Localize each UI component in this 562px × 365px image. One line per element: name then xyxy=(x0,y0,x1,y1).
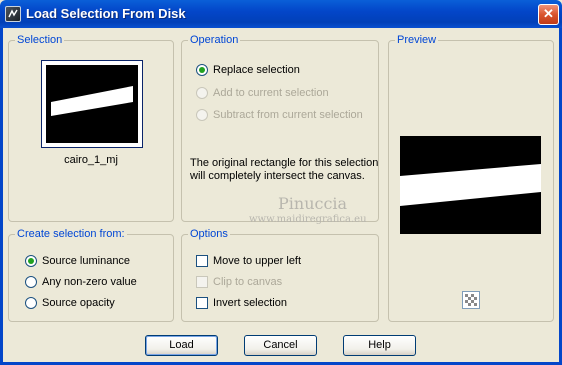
help-button[interactable]: Help xyxy=(343,335,416,356)
preview-group-label: Preview xyxy=(395,34,439,47)
selection-group-label: Selection xyxy=(15,34,65,47)
window-border-left xyxy=(0,28,3,365)
radio-label: Source luminance xyxy=(42,255,131,267)
operation-message: The original rectangle for this selectio… xyxy=(190,157,378,183)
radio-any-non-zero-value[interactable]: Any non-zero value xyxy=(25,276,137,288)
selection-thumbnail-image xyxy=(45,64,139,144)
checkbox[interactable] xyxy=(196,255,208,267)
preview-group: Preview xyxy=(388,34,554,322)
radio-source-opacity[interactable]: Source opacity xyxy=(25,297,115,309)
create-selection-group-label: Create selection from: xyxy=(15,228,127,241)
checkbox-label: Invert selection xyxy=(213,297,287,309)
radio-button[interactable] xyxy=(25,297,37,309)
selection-thumbnail[interactable] xyxy=(41,60,143,148)
cancel-button[interactable]: Cancel xyxy=(244,335,317,356)
options-group: Options Move to upper left Clip to canva… xyxy=(181,228,379,322)
operation-group-label: Operation xyxy=(188,34,241,47)
operation-message-line-2: will completely intersect the canvas. xyxy=(190,170,365,182)
radio-label: Source opacity xyxy=(42,297,115,309)
radio-button[interactable] xyxy=(25,255,37,267)
radio-label: Any non-zero value xyxy=(42,276,137,288)
operation-group: Operation Replace selection Add to curre… xyxy=(181,34,379,222)
selection-thumbnail-name: cairo_1_mj xyxy=(64,154,118,166)
title-bar[interactable]: Load Selection From Disk ✕ xyxy=(0,0,562,28)
checkbox-move-to-upper-left[interactable]: Move to upper left xyxy=(196,255,301,267)
checkerboard-icon xyxy=(465,294,477,306)
checkbox xyxy=(196,276,208,288)
checkbox-invert-selection[interactable]: Invert selection xyxy=(196,297,287,309)
preview-image xyxy=(400,136,541,234)
checkbox-clip-to-canvas: Clip to canvas xyxy=(196,276,282,288)
radio-replace-selection[interactable]: Replace selection xyxy=(196,64,300,76)
radio-add-to-selection: Add to current selection xyxy=(196,87,329,99)
radio-label: Replace selection xyxy=(213,64,300,76)
window-title: Load Selection From Disk xyxy=(26,6,186,21)
create-selection-group: Create selection from: Source luminance … xyxy=(8,228,174,322)
operation-message-line-1: The original rectangle for this selectio… xyxy=(190,157,379,169)
radio-source-luminance[interactable]: Source luminance xyxy=(25,255,130,267)
load-button[interactable]: Load xyxy=(145,335,218,356)
options-group-label: Options xyxy=(188,228,230,241)
radio-button[interactable] xyxy=(25,276,37,288)
app-icon xyxy=(5,6,21,22)
radio-label: Add to current selection xyxy=(213,87,329,99)
radio-label: Subtract from current selection xyxy=(213,109,363,121)
close-icon: ✕ xyxy=(543,6,554,21)
checkbox[interactable] xyxy=(196,297,208,309)
radio-button xyxy=(196,109,208,121)
radio-subtract-from-selection: Subtract from current selection xyxy=(196,109,363,121)
radio-button[interactable] xyxy=(196,64,208,76)
close-button[interactable]: ✕ xyxy=(538,4,559,25)
transparency-toggle-button[interactable] xyxy=(462,291,480,309)
selection-group: Selection cairo_1_mj xyxy=(8,34,174,222)
checkbox-label: Clip to canvas xyxy=(213,276,283,288)
checkbox-label: Move to upper left xyxy=(213,255,302,267)
radio-button xyxy=(196,87,208,99)
